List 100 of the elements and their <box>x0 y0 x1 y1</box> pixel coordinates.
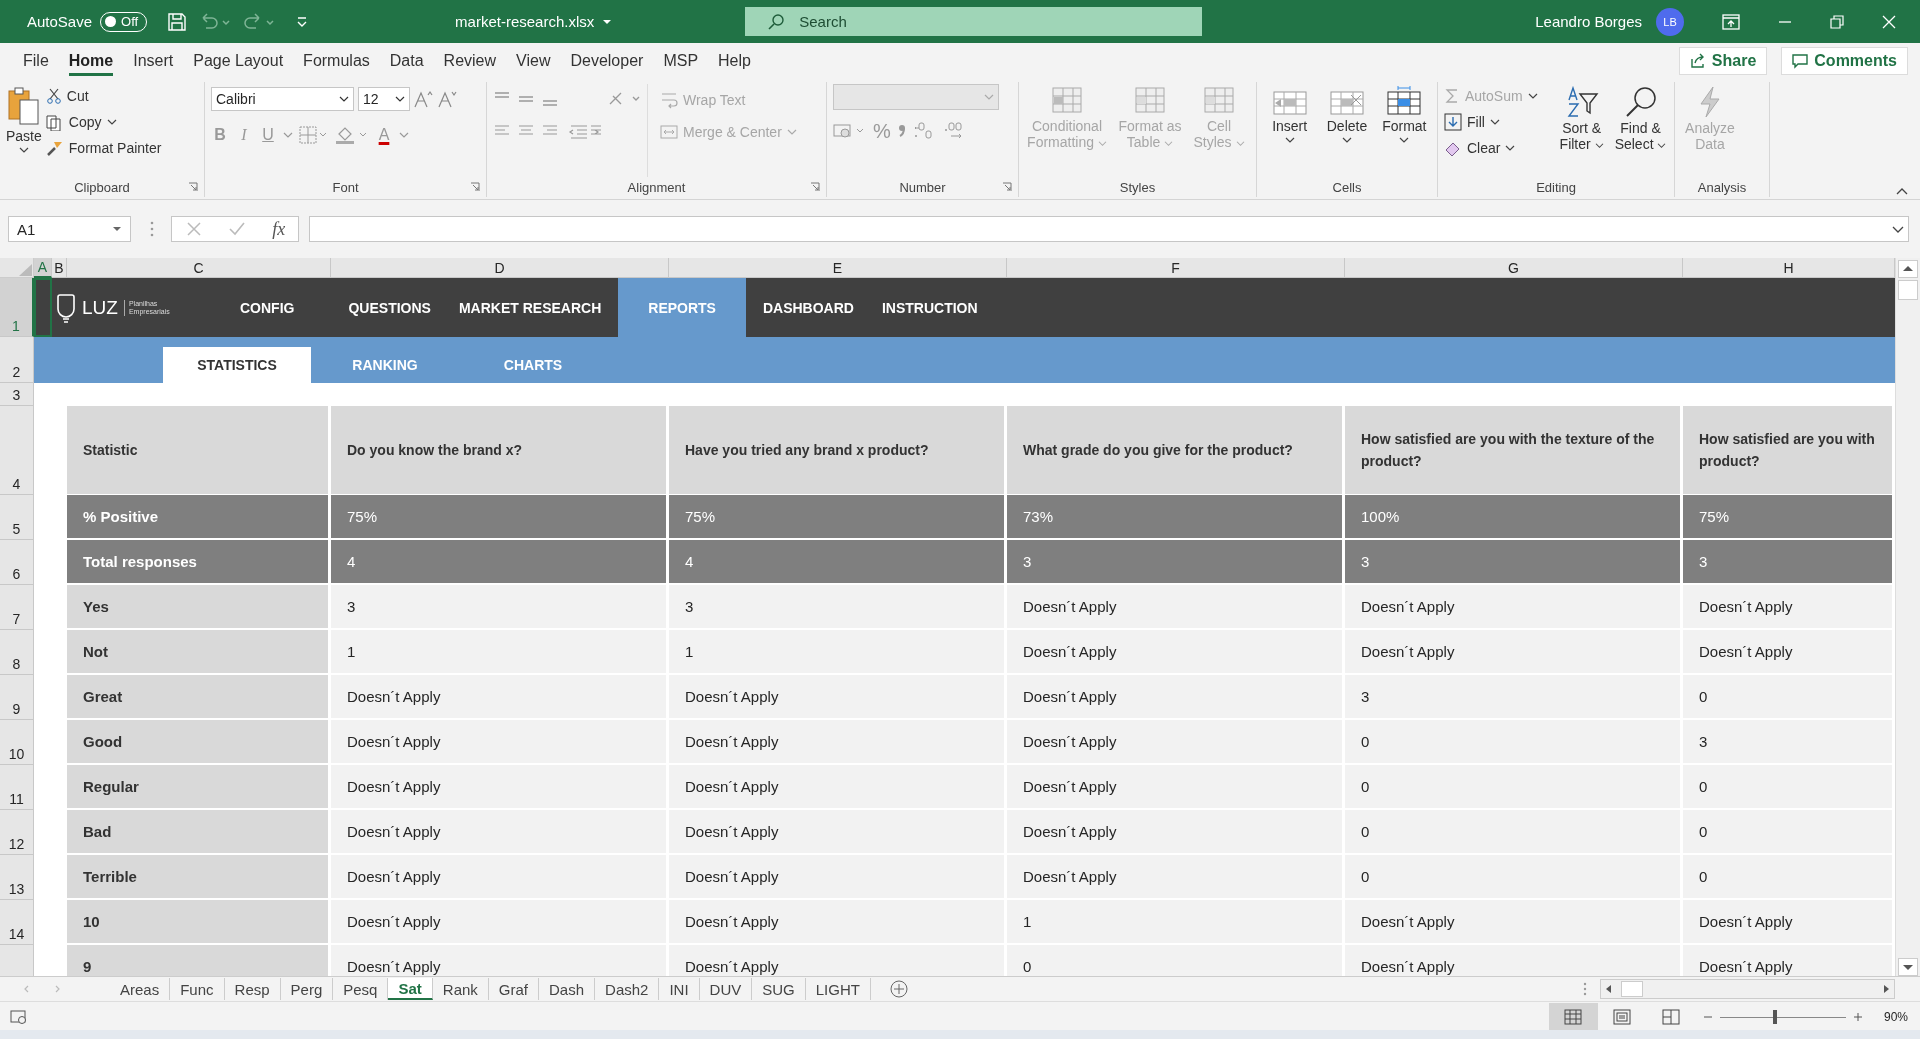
increase-font-icon[interactable] <box>414 90 434 108</box>
close-icon[interactable] <box>1882 14 1896 29</box>
paste-button[interactable]: Paste <box>6 84 42 177</box>
dialog-launcher-icon[interactable] <box>1002 182 1012 192</box>
format-painter-button[interactable]: Format Painter <box>45 136 162 160</box>
sheet-tab[interactable]: INI <box>659 978 700 1000</box>
selected-cell[interactable] <box>34 278 52 337</box>
comma-style-icon[interactable] <box>896 122 907 140</box>
slider-thumb[interactable] <box>1773 1010 1778 1024</box>
sheet-tab[interactable]: Areas <box>110 978 171 1000</box>
search-input[interactable]: Search <box>799 13 1100 30</box>
scrollbar-thumb[interactable] <box>1621 981 1643 997</box>
horizontal-scrollbar[interactable] <box>1600 979 1895 999</box>
macro-record-icon[interactable] <box>10 1009 28 1025</box>
dialog-launcher-icon[interactable] <box>188 182 198 192</box>
caret-icon[interactable] <box>399 131 409 139</box>
menu-tab[interactable]: View <box>507 45 560 76</box>
row-header[interactable]: 10 <box>0 720 34 765</box>
menu-tab[interactable]: MSP <box>654 45 708 76</box>
nav-tab[interactable]: DASHBOARD <box>748 278 868 337</box>
sheet-tab[interactable]: Rank <box>432 978 489 1000</box>
column-header[interactable]: A <box>34 258 52 278</box>
sheet-tab[interactable]: Dash2 <box>595 978 660 1000</box>
nav-tab[interactable]: CONFIG <box>226 278 309 337</box>
nav-tab[interactable]: INSTRUCTION <box>867 278 992 337</box>
sort-filter-button[interactable]: Sort & Filter <box>1554 84 1610 177</box>
menu-tab[interactable]: Help <box>709 45 760 76</box>
user-name[interactable]: Leandro Borges <box>1535 13 1642 30</box>
row-header[interactable]: 7 <box>0 585 34 630</box>
zoom-level[interactable]: 90% <box>1883 1010 1908 1024</box>
user-avatar[interactable]: LB <box>1656 7 1684 36</box>
select-all-corner[interactable] <box>0 258 34 278</box>
sheet-tab[interactable]: Resp <box>224 978 281 1000</box>
row-header[interactable]: 11 <box>0 765 34 810</box>
column-header[interactable]: F <box>1007 258 1345 278</box>
scroll-down-icon[interactable] <box>1898 958 1918 976</box>
row-header[interactable]: 3 <box>0 383 34 406</box>
menu-tab[interactable]: Review <box>434 45 506 76</box>
formula-input[interactable] <box>309 216 1909 242</box>
sub-nav-tab[interactable]: STATISTICS <box>163 347 311 383</box>
row-header[interactable]: 2 <box>0 337 34 383</box>
nav-tab[interactable]: QUESTIONS <box>334 278 445 337</box>
column-header[interactable]: G <box>1345 258 1683 278</box>
fill-color-icon[interactable] <box>335 125 369 145</box>
dialog-launcher-icon[interactable] <box>810 182 820 192</box>
row-header[interactable]: 9 <box>0 675 34 720</box>
menu-tab[interactable]: Developer <box>561 45 653 76</box>
comments-button[interactable]: Comments <box>1781 46 1908 75</box>
column-header[interactable]: E <box>669 258 1007 278</box>
menu-tab[interactable]: Insert <box>124 45 183 76</box>
column-header[interactable]: C <box>67 258 331 278</box>
sheet-tab[interactable]: LIGHT <box>805 978 871 1000</box>
clear-button[interactable]: Clear <box>1444 136 1551 160</box>
menu-tab[interactable]: File <box>14 45 58 76</box>
zoom-in-icon[interactable] <box>1851 1011 1864 1023</box>
font-size-field[interactable]: 12 <box>358 87 410 111</box>
sheet-tab[interactable]: Func <box>170 978 225 1000</box>
row-header[interactable]: 6 <box>0 540 34 585</box>
zoom-slider[interactable] <box>1719 1009 1846 1025</box>
dialog-launcher-icon[interactable] <box>470 182 480 192</box>
borders-icon[interactable] <box>299 126 329 144</box>
cells-button[interactable]: Insert <box>1263 84 1317 177</box>
sheet-tab[interactable]: SUG <box>752 978 806 1000</box>
column-header[interactable]: H <box>1683 258 1895 278</box>
number-format-field[interactable] <box>833 84 999 110</box>
grip-icon[interactable] <box>149 220 155 238</box>
normal-view-button[interactable] <box>1548 1003 1598 1030</box>
row-header[interactable]: 8 <box>0 630 34 675</box>
row-header[interactable]: 13 <box>0 855 34 900</box>
expand-icon[interactable] <box>1892 225 1904 233</box>
insert-function-button[interactable]: fx <box>272 218 286 240</box>
scrollbar-thumb[interactable] <box>1898 280 1918 300</box>
caret-icon[interactable] <box>283 131 293 139</box>
copy-button[interactable]: Copy <box>45 110 162 134</box>
row-header[interactable]: 14 <box>0 900 34 945</box>
cut-button[interactable]: Cut <box>45 84 162 108</box>
sheet-tab[interactable]: DUV <box>699 978 753 1000</box>
decrease-font-icon[interactable] <box>438 90 458 108</box>
menu-tab[interactable]: Page Layout <box>184 45 293 76</box>
sheet-tab[interactable]: Sat <box>388 978 433 1000</box>
grip-icon[interactable] <box>1582 981 1588 997</box>
name-box[interactable]: A1 <box>8 216 131 242</box>
sheet-tab[interactable]: Graf <box>488 978 540 1000</box>
cells-button[interactable]: Delete <box>1320 84 1374 177</box>
menu-tab[interactable]: Home <box>59 45 123 76</box>
find-select-button[interactable]: Find & Select <box>1613 84 1668 177</box>
restore-icon[interactable] <box>1830 14 1844 29</box>
font-name-field[interactable]: Calibri <box>211 87 354 111</box>
save-icon[interactable] <box>167 11 188 32</box>
cancel-icon[interactable] <box>184 220 203 238</box>
search-field[interactable]: Search <box>745 7 1203 36</box>
row-header[interactable]: 4 <box>0 406 34 495</box>
collapse-ribbon-icon[interactable] <box>1896 187 1908 195</box>
row-header[interactable]: 5 <box>0 495 34 540</box>
enter-icon[interactable] <box>228 220 247 238</box>
vertical-scrollbar[interactable] <box>1895 258 1920 976</box>
menu-tab[interactable]: Data <box>380 45 433 76</box>
column-header[interactable]: B <box>52 258 67 278</box>
menu-tab[interactable]: Formulas <box>294 45 379 76</box>
cells-button[interactable]: Format <box>1377 84 1431 177</box>
